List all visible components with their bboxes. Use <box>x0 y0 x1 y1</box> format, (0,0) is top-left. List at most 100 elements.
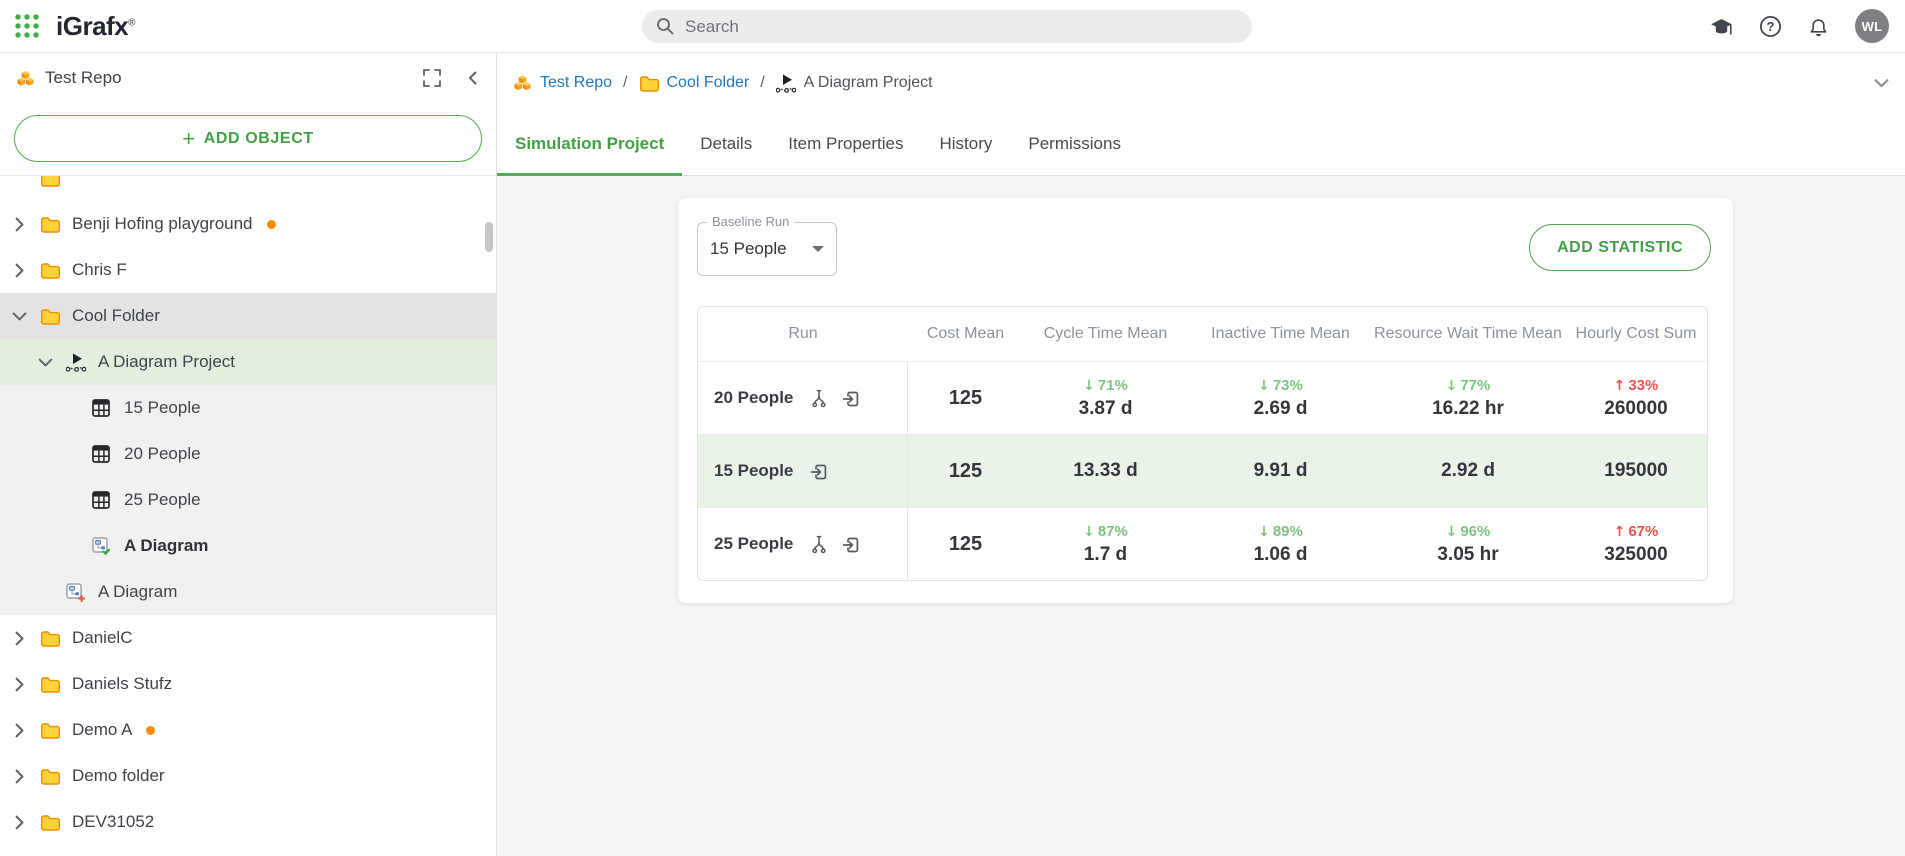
tree-chevron[interactable] <box>14 723 40 738</box>
open-run-icon[interactable] <box>841 389 860 408</box>
tab-item-properties[interactable]: Item Properties <box>770 113 921 175</box>
tab-bar: Simulation ProjectDetailsItem Properties… <box>497 113 1905 176</box>
baseline-run-label: Baseline Run <box>707 214 794 229</box>
tree-item-label: Daniels Stufz <box>72 674 172 694</box>
run-cell: 25 People <box>698 508 908 580</box>
tree-chevron[interactable] <box>14 677 40 692</box>
chevron-right-icon <box>14 815 25 830</box>
tree-item-clipped[interactable] <box>0 175 496 201</box>
tree-item-label: DanielC <box>72 628 132 648</box>
stat-value: 2.69 d <box>1188 398 1373 420</box>
tree-item-label: A Diagram Project <box>98 352 235 372</box>
repository-icon <box>16 69 35 88</box>
help-icon[interactable] <box>1759 15 1782 38</box>
tab-history[interactable]: History <box>921 113 1010 175</box>
user-avatar[interactable]: WL <box>1855 9 1889 43</box>
stat-value: 1.7 d <box>1023 544 1188 566</box>
tab-details[interactable]: Details <box>682 113 770 175</box>
stat-value: 9.91 d <box>1188 460 1373 482</box>
repository-icon <box>513 74 532 92</box>
main-panel: Test Repo/Cool Folder/A Diagram Project … <box>497 53 1905 856</box>
tree-chevron[interactable] <box>14 263 40 278</box>
tree-item-demo-folder[interactable]: Demo folder <box>0 753 496 799</box>
tree-item-dev31052[interactable]: DEV31052 <box>0 799 496 845</box>
breadcrumb-label: Cool Folder <box>667 74 750 92</box>
tree-chevron[interactable] <box>14 309 40 324</box>
simulation-run-icon <box>92 399 110 417</box>
tree-item-a-diagram[interactable]: A Diagram <box>0 569 496 615</box>
add-object-button[interactable]: + ADD OBJECT <box>14 115 482 162</box>
run-name: 20 People <box>714 388 793 408</box>
baseline-run-select[interactable]: Baseline Run 15 People <box>697 222 837 276</box>
tree-item-a-diagram[interactable]: A Diagram <box>0 523 496 569</box>
tab-simulation-project[interactable]: Simulation Project <box>497 113 682 175</box>
compare-runs-icon[interactable] <box>809 534 829 554</box>
tree-item-label: A Diagram <box>98 582 177 602</box>
stat-cell: 125 <box>908 533 1023 556</box>
tree-chevron[interactable] <box>14 769 40 784</box>
column-header-cost-mean: Cost Mean <box>908 325 1023 343</box>
delta-value: 67% <box>1628 523 1658 540</box>
sidebar-scrollbar-thumb[interactable] <box>485 222 493 252</box>
delta-value: 89% <box>1273 523 1303 540</box>
tree-item-25-people[interactable]: 25 People <box>0 477 496 523</box>
open-run-icon[interactable] <box>841 535 860 554</box>
simulation-run-icon <box>92 491 110 509</box>
tab-permissions[interactable]: Permissions <box>1010 113 1139 175</box>
breadcrumb-separator: / <box>623 74 627 92</box>
tree-chevron[interactable] <box>14 217 40 232</box>
arrow-up-icon: ↑ <box>1614 378 1626 394</box>
stat-cell: 13.33 d <box>1023 460 1188 482</box>
chevron-right-icon <box>14 263 25 278</box>
search-input[interactable]: Search <box>642 10 1252 43</box>
stat-cell: ↑67% 325000 <box>1563 523 1708 566</box>
tree-chevron[interactable] <box>14 815 40 830</box>
delta-down: ↓89% <box>1188 523 1373 540</box>
tree-item-20-people[interactable]: 20 People <box>0 431 496 477</box>
delta-up: ↑67% <box>1563 523 1708 540</box>
simulation-project-icon <box>776 74 796 93</box>
tree-chevron[interactable] <box>14 631 40 646</box>
collapse-header-chevron-icon[interactable] <box>1874 76 1889 91</box>
open-run-icon[interactable] <box>809 462 828 481</box>
tree-chevron[interactable] <box>40 355 66 370</box>
app-launcher-icon[interactable] <box>14 13 40 39</box>
tree-item-demo-a[interactable]: Demo A <box>0 707 496 753</box>
stat-cell: 9.91 d <box>1188 460 1373 482</box>
arrow-down-icon: ↓ <box>1083 378 1095 394</box>
academy-icon[interactable] <box>1710 17 1733 35</box>
stat-value: 16.22 hr <box>1373 398 1563 420</box>
tree-item-daniels-stufz[interactable]: Daniels Stufz <box>0 661 496 707</box>
tree-item-benji-hofing-playground[interactable]: Benji Hofing playground <box>0 201 496 247</box>
tree-item-15-people[interactable]: 15 People <box>0 385 496 431</box>
tree-item-chris-f[interactable]: Chris F <box>0 247 496 293</box>
stat-cell: ↓71%3.87 d <box>1023 377 1188 420</box>
delta-value: 87% <box>1098 523 1128 540</box>
delta-down: ↓71% <box>1023 377 1188 394</box>
collapse-sidebar-icon[interactable] <box>466 71 480 85</box>
simulation-project-icon <box>66 353 86 372</box>
stat-value: 195000 <box>1563 460 1708 482</box>
compare-runs-icon[interactable] <box>809 388 829 408</box>
notifications-bell-icon[interactable] <box>1808 16 1829 37</box>
delta-value: 96% <box>1460 523 1490 540</box>
breadcrumb-item-cool-folder[interactable]: Cool Folder <box>639 74 750 92</box>
tree-item-cool-folder[interactable]: Cool Folder <box>0 293 496 339</box>
breadcrumb-label: Test Repo <box>540 74 612 92</box>
breadcrumb-item-test-repo[interactable]: Test Repo <box>513 74 612 92</box>
search-placeholder: Search <box>685 17 739 37</box>
stat-value: 325000 <box>1563 544 1708 566</box>
tree-item-a-diagram-project[interactable]: A Diagram Project <box>0 339 496 385</box>
tree-item-danielc[interactable]: DanielC <box>0 615 496 661</box>
stat-cell: 2.92 d <box>1373 460 1563 482</box>
chevron-right-icon <box>14 769 25 784</box>
stat-value: 125 <box>908 387 1023 410</box>
delta-value: 77% <box>1460 377 1490 394</box>
delta-value: 33% <box>1628 377 1658 394</box>
tree-item-label: 25 People <box>124 490 201 510</box>
breadcrumb: Test Repo/Cool Folder/A Diagram Project <box>497 53 1905 113</box>
expand-fullscreen-icon[interactable] <box>422 68 442 88</box>
column-header-hourly-cost-sum: Hourly Cost Sum <box>1563 325 1708 343</box>
add-statistic-button[interactable]: ADD STATISTIC <box>1529 224 1711 271</box>
table-row-25-people: 25 People125↓87%1.7 d↓89%1.06 d↓96%3.05 … <box>698 507 1707 580</box>
